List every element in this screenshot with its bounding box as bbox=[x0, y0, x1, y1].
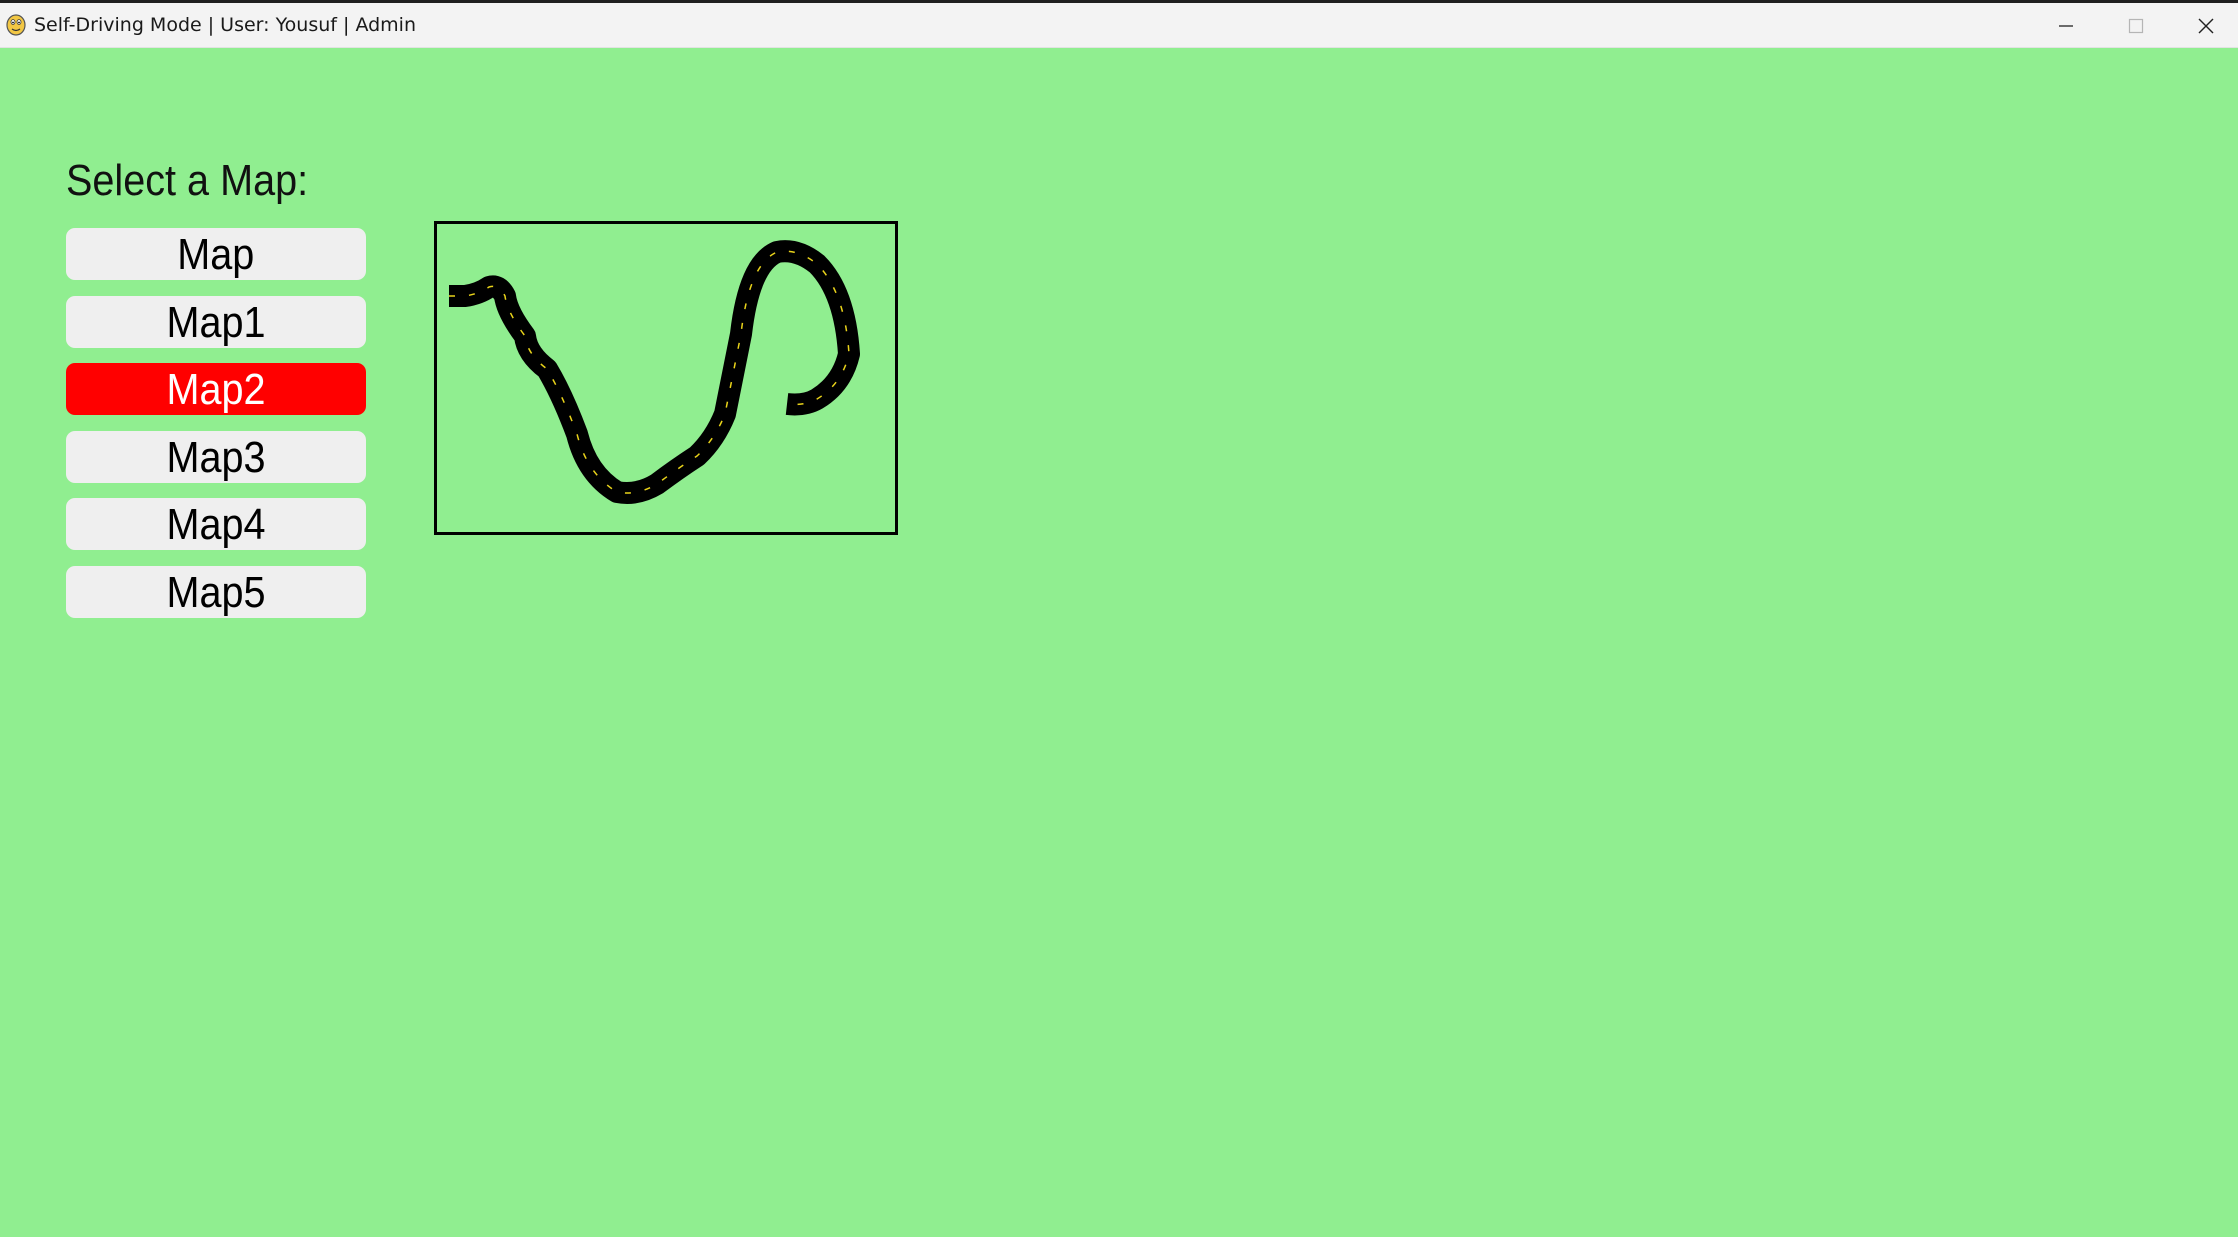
maximize-button[interactable] bbox=[2101, 3, 2171, 48]
map5-option-button[interactable]: Map5 bbox=[66, 566, 366, 618]
app-canvas: Select a Map: Map Map1 Map2 Map3 Map4 Ma… bbox=[0, 48, 2238, 1237]
map-option-label: Map bbox=[177, 230, 255, 279]
map-option-label: Map1 bbox=[166, 298, 266, 347]
window-title: Self-Driving Mode | User: Yousuf | Admin bbox=[34, 14, 416, 36]
close-button[interactable] bbox=[2171, 3, 2238, 48]
map-option-label: Map4 bbox=[166, 500, 266, 549]
road-track-image bbox=[449, 240, 860, 504]
minimize-button[interactable] bbox=[2031, 3, 2101, 48]
map1-option-button[interactable]: Map1 bbox=[66, 296, 366, 348]
map-option-label: Map2 bbox=[166, 365, 266, 414]
maximize-icon bbox=[2128, 18, 2144, 34]
map3-option-button[interactable]: Map3 bbox=[66, 431, 366, 483]
map-preview bbox=[434, 221, 898, 535]
pygame-snake-icon bbox=[4, 13, 28, 37]
map-option-label: Map5 bbox=[166, 568, 266, 617]
map4-option-button[interactable]: Map4 bbox=[66, 498, 366, 550]
map-option-button[interactable]: Map bbox=[66, 228, 366, 280]
select-map-heading: Select a Map: bbox=[66, 156, 309, 205]
close-icon bbox=[2198, 18, 2214, 34]
window-titlebar: Self-Driving Mode | User: Yousuf | Admin bbox=[0, 3, 2238, 48]
minimize-icon bbox=[2059, 25, 2073, 27]
map-option-label: Map3 bbox=[166, 433, 266, 482]
map2-option-button[interactable]: Map2 bbox=[66, 363, 366, 415]
